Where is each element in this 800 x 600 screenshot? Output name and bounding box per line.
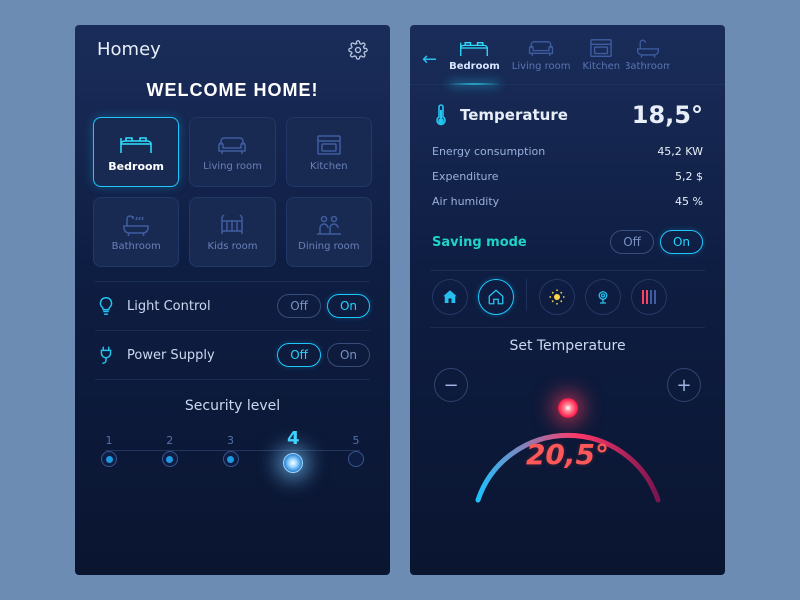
welcome-heading: WELCOME HOME!	[75, 70, 390, 117]
stat-label: Air humidity	[432, 195, 499, 208]
security-dot[interactable]	[101, 451, 117, 467]
tab-bathroom[interactable]: Bathroom	[626, 35, 670, 84]
room-label: Bedroom	[108, 160, 164, 173]
power-supply-toggle[interactable]: Off On	[277, 343, 370, 367]
power-supply-label: Power Supply	[127, 348, 215, 363]
saving-mode-toggle[interactable]: Off On	[610, 230, 703, 254]
app-title: Homey	[97, 39, 161, 60]
toggle-on[interactable]: On	[660, 230, 703, 254]
dial-handle[interactable]	[558, 398, 578, 418]
toggle-off[interactable]: Off	[610, 230, 654, 254]
security-level-label: Security level	[75, 380, 390, 428]
tab-bedroom[interactable]: Bedroom	[443, 35, 506, 84]
oven-icon	[316, 133, 342, 157]
light-control-row: Light Control Off On	[75, 282, 390, 330]
target-temperature-value: 20,5°	[526, 438, 609, 471]
room-label: Bathroom	[112, 241, 161, 252]
gear-icon[interactable]	[348, 40, 368, 60]
sofa-icon	[526, 37, 556, 59]
home-screen: Homey WELCOME HOME! Bedroom Living room …	[75, 25, 390, 575]
room-label: Kids room	[208, 241, 258, 252]
crib-icon	[218, 213, 246, 237]
bed-icon	[459, 37, 489, 59]
plug-icon	[95, 344, 117, 366]
temperature-value: 18,5°	[632, 101, 703, 129]
lightbulb-icon	[95, 295, 117, 317]
toggle-off[interactable]: Off	[277, 294, 321, 318]
room-label: Living room	[203, 161, 262, 172]
toggle-on[interactable]: On	[327, 343, 370, 367]
room-card-livingroom[interactable]: Living room	[189, 117, 275, 187]
room-card-bedroom[interactable]: Bedroom	[93, 117, 179, 187]
toggle-on[interactable]: On	[327, 294, 370, 318]
security-dot[interactable]	[223, 451, 239, 467]
back-button[interactable]: ←	[416, 35, 443, 84]
light-control-label: Light Control	[127, 299, 211, 314]
room-card-bathroom[interactable]: Bathroom	[93, 197, 179, 267]
stat-value: 5,2 $	[675, 170, 703, 183]
power-supply-row: Power Supply Off On	[75, 331, 390, 379]
security-dot[interactable]	[348, 451, 364, 467]
dining-icon	[314, 213, 344, 237]
sofa-icon	[215, 133, 249, 157]
mode-house-button[interactable]	[478, 279, 514, 315]
room-label: Dining room	[298, 241, 359, 252]
room-detail-screen: ← Bedroom Living room Kitchen Bathroom T…	[410, 25, 725, 575]
security-dot-active[interactable]	[283, 453, 303, 473]
room-card-kidsroom[interactable]: Kids room	[189, 197, 275, 267]
mode-home-button[interactable]	[432, 279, 468, 315]
security-dot[interactable]	[162, 451, 178, 467]
saving-mode-label: Saving mode	[432, 235, 527, 250]
temperature-dial[interactable]	[458, 370, 678, 575]
room-card-diningroom[interactable]: Dining room	[286, 197, 372, 267]
stat-value: 45,2 KW	[657, 145, 703, 158]
toggle-off[interactable]: Off	[277, 343, 321, 367]
room-card-kitchen[interactable]: Kitchen	[286, 117, 372, 187]
mode-sun-button[interactable]	[539, 279, 575, 315]
light-control-toggle[interactable]: Off On	[277, 294, 370, 318]
tab-kitchen[interactable]: Kitchen	[577, 35, 627, 84]
bathtub-icon	[121, 213, 151, 237]
mode-camera-button[interactable]	[585, 279, 621, 315]
thermometer-icon	[432, 102, 450, 128]
mode-radiator-button[interactable]	[631, 279, 667, 315]
bed-icon	[119, 132, 153, 156]
set-temperature-label: Set Temperature	[410, 328, 725, 360]
bathtub-icon	[635, 37, 661, 59]
security-level-slider[interactable]: 1 2 3 4 5	[75, 428, 390, 473]
room-label: Kitchen	[310, 161, 348, 172]
stat-value: 45 %	[675, 195, 703, 208]
temperature-label: Temperature	[460, 106, 568, 124]
stat-label: Energy consumption	[432, 145, 545, 158]
stat-label: Expenditure	[432, 170, 499, 183]
tab-livingroom[interactable]: Living room	[506, 35, 577, 84]
oven-icon	[589, 37, 613, 59]
